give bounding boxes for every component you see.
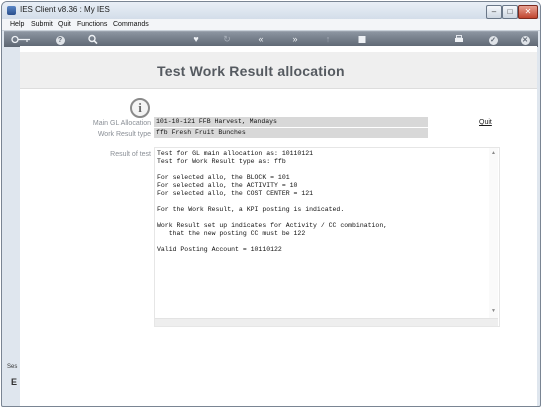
work-result-type-field[interactable]: ffb Fresh Fruit Bunches [154,128,428,138]
menu-bar: Help Submit Quit Functions Commands [2,19,540,31]
check-icon[interactable]: ✓ [486,33,500,46]
close-window-button[interactable]: ✕ [518,5,538,19]
help-icon[interactable]: ? [53,33,67,46]
main-content: Test Work Result allocation i Main GL Al… [20,46,537,406]
menu-help[interactable]: Help [10,19,24,30]
result-of-test-label: Result of test [110,151,151,158]
result-line: For selected allo, the BLOCK = 101 [157,174,290,181]
result-text-area[interactable]: Test for GL main allocation as: 10110121… [154,147,500,327]
result-line: Work Result set up indicates for Activit… [157,222,388,229]
menu-commands[interactable]: Commands [113,19,149,30]
main-gl-allocation-label: Main GL Allocation [92,120,151,127]
app-icon [7,6,16,15]
menu-submit[interactable]: Submit [31,19,53,30]
result-line: Test for Work Result type as: ffb [157,158,286,165]
toolbar: ? ♥ ↻ « » ↑ ✓ ✕ [4,31,538,47]
print-icon[interactable] [452,33,466,46]
result-line: Valid Posting Account = 10110122 [157,246,282,253]
title-bar: IES Client v8.36 : My IES – □ ✕ [2,2,540,19]
result-line [157,166,387,174]
result-line [157,238,387,246]
stop-icon[interactable] [355,33,369,46]
quit-link[interactable]: Quit [479,119,492,126]
page-title: Test Work Result allocation [157,63,345,79]
horizontal-scrollbar[interactable] [155,318,498,326]
vertical-scrollbar[interactable]: ▲ ▼ [489,148,498,318]
result-line: For the Work Result, a KPI posting is in… [157,206,345,213]
work-result-type-label: Work Result type [97,131,151,138]
result-line: For selected allo, the COST CENTER = 121 [157,190,314,197]
upload-icon[interactable]: ↑ [321,33,335,46]
key-icon[interactable] [10,33,32,46]
window-title: IES Client v8.36 : My IES [20,5,110,14]
result-line: For selected allo, the ACTIVITY = 10 [157,182,298,189]
close-icon[interactable]: ✕ [518,33,532,46]
search-icon[interactable] [86,33,100,46]
side-panel-fragment: Ses [7,364,18,370]
result-text: Test for GL main allocation as: 10110121… [157,150,387,254]
menu-quit[interactable]: Quit [58,19,71,30]
app-window: IES Client v8.36 : My IES – □ ✕ Help Sub… [1,1,541,407]
minimize-button[interactable]: – [486,5,502,19]
menu-functions[interactable]: Functions [77,19,107,30]
result-line: Test for GL main allocation as: 10110121 [157,150,314,157]
side-panel-fragment: E [11,377,18,387]
info-icon: i [130,98,150,118]
result-line [157,198,387,206]
scroll-down-arrow-icon[interactable]: ▼ [491,308,496,314]
heart-icon[interactable]: ♥ [189,33,203,46]
result-line [157,214,387,222]
rewind-icon[interactable]: « [254,33,268,46]
scroll-up-arrow-icon[interactable]: ▲ [491,150,496,156]
main-gl-allocation-field[interactable]: 101-10-121 FFB Harvest, Mandays [154,117,428,127]
forward-icon[interactable]: » [288,33,302,46]
maximize-button[interactable]: □ [502,5,518,19]
refresh-icon[interactable]: ↻ [220,33,234,46]
result-line: that the new posting CC must be 122 [157,230,306,237]
